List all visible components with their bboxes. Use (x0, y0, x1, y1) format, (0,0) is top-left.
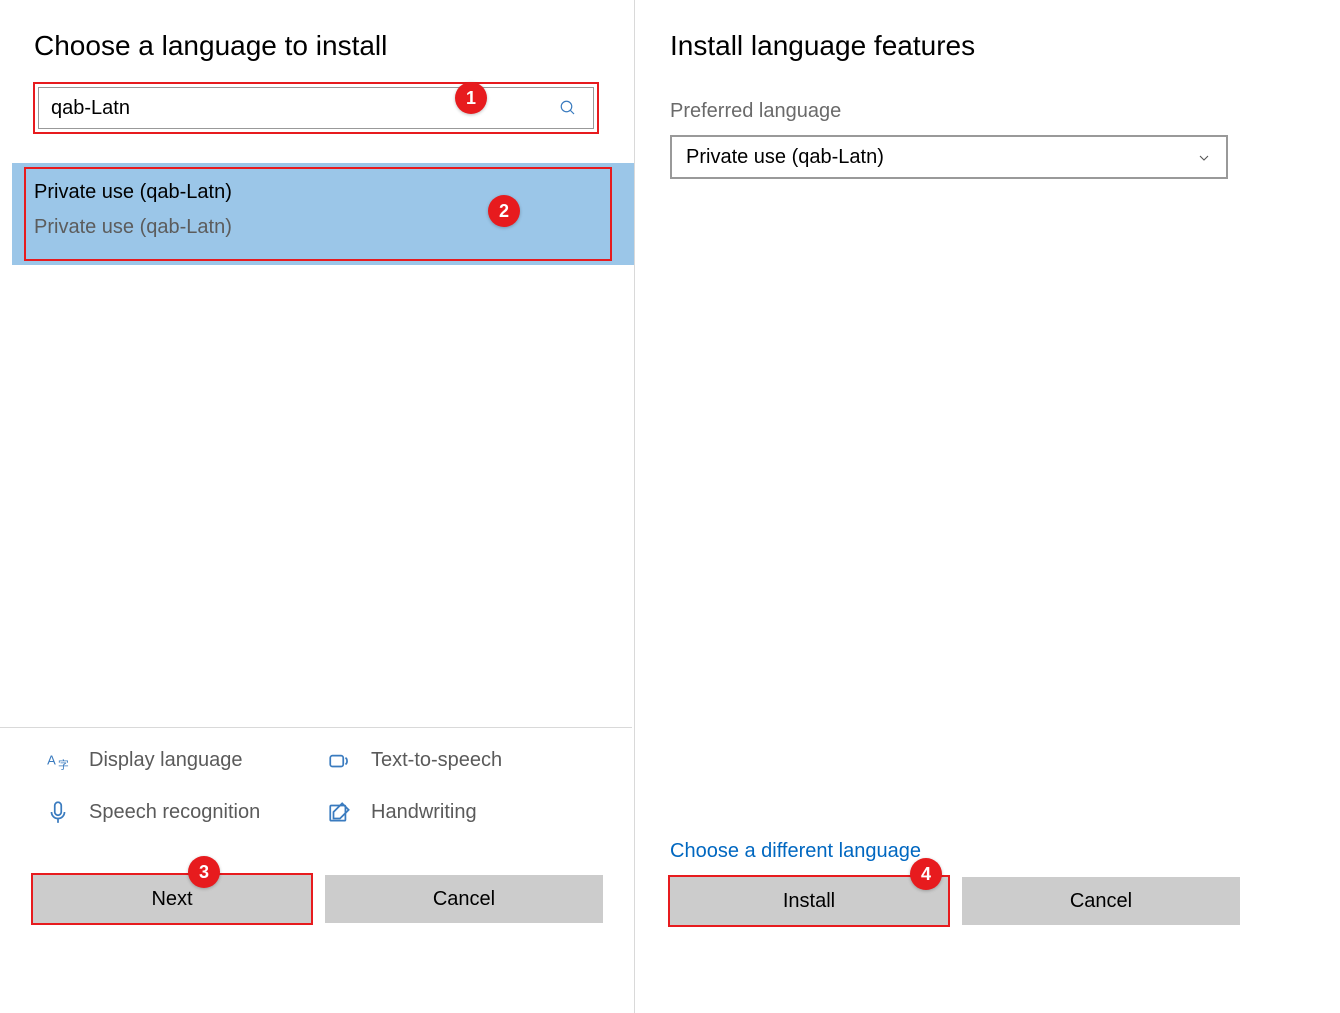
right-button-row: Install Cancel (670, 877, 1240, 925)
display-language-icon: A字 (45, 747, 71, 773)
language-result-item[interactable]: Private use (qab-Latn) Private use (qab-… (34, 181, 232, 239)
text-to-speech-icon (327, 747, 353, 773)
install-features-title: Install language features (670, 30, 1330, 62)
feature-text-to-speech: Text-to-speech (327, 747, 609, 773)
choose-language-title: Choose a language to install (34, 30, 632, 62)
feature-display-language: A字 Display language (45, 747, 327, 773)
search-box[interactable] (38, 87, 594, 129)
preferred-language-label: Preferred language (670, 100, 1330, 123)
choose-different-language-link[interactable]: Choose a different language (670, 840, 921, 863)
next-highlight: Next (33, 875, 311, 923)
feature-label: Speech recognition (89, 801, 260, 824)
feature-speech-recognition: Speech recognition (45, 799, 327, 825)
features-divider (0, 727, 632, 728)
choose-language-panel: Choose a language to install Private use… (0, 0, 632, 1013)
preferred-language-dropdown[interactable]: Private use (qab-Latn) (670, 135, 1228, 179)
install-button[interactable]: Install (670, 877, 948, 925)
annotation-badge-4: 4 (910, 858, 942, 890)
svg-text:字: 字 (58, 758, 69, 772)
install-highlight: Install (670, 877, 948, 925)
feature-handwriting: Handwriting (327, 799, 609, 825)
left-button-row: Next Cancel (33, 875, 603, 923)
chevron-down-icon (1196, 149, 1212, 165)
svg-text:A: A (47, 752, 56, 767)
dropdown-value: Private use (qab-Latn) (686, 146, 884, 169)
next-button[interactable]: Next (33, 875, 311, 923)
feature-label: Display language (89, 749, 242, 772)
annotation-badge-2: 2 (488, 195, 520, 227)
feature-label: Handwriting (371, 801, 477, 824)
search-highlight (33, 82, 599, 134)
feature-label: Text-to-speech (371, 749, 502, 772)
result-secondary-text: Private use (qab-Latn) (34, 216, 232, 239)
cancel-button-right[interactable]: Cancel (962, 877, 1240, 925)
features-legend: A字 Display language Text-to-speech Speec… (45, 747, 609, 825)
speech-recognition-icon (45, 799, 71, 825)
cancel-button-left[interactable]: Cancel (325, 875, 603, 923)
install-features-panel: Install language features Preferred lang… (670, 0, 1330, 1013)
search-icon (555, 95, 581, 121)
annotation-badge-3: 3 (188, 856, 220, 888)
result-primary-text: Private use (qab-Latn) (34, 181, 232, 204)
annotation-badge-1: 1 (455, 82, 487, 114)
panel-divider (634, 0, 635, 1013)
handwriting-icon (327, 799, 353, 825)
